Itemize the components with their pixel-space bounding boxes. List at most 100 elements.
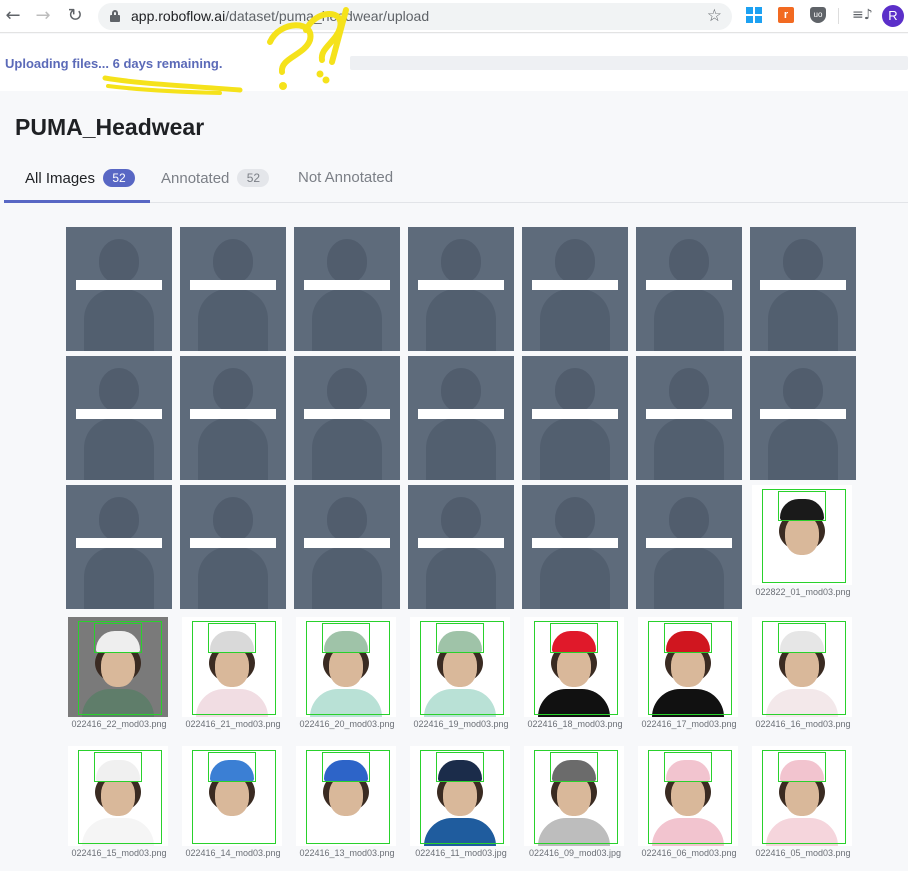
uploading-image-tile [522, 485, 628, 609]
uploading-thumbnail [180, 227, 286, 351]
image-tile[interactable]: 022416_20_mod03.png [294, 617, 400, 741]
image-tile[interactable]: 022416_19_mod03.png [408, 617, 514, 741]
bookmark-star-icon[interactable]: ☆ [707, 6, 722, 26]
uploading-thumbnail [408, 227, 514, 351]
tab-all-images[interactable]: All Images 52 [4, 160, 150, 203]
uploading-image-tile [750, 227, 856, 351]
upload-progress-indicator [190, 280, 276, 290]
image-thumbnail[interactable] [296, 746, 396, 846]
uploading-image-tile [294, 227, 400, 351]
uploading-thumbnail [408, 356, 514, 480]
upload-progress-indicator [304, 280, 390, 290]
tab-label: Annotated [161, 170, 230, 187]
lock-icon [110, 10, 120, 22]
bounding-box [762, 750, 846, 844]
image-filename: 022416_06_mod03.png [641, 848, 737, 858]
upload-progress-indicator [418, 409, 504, 419]
dataset-title: PUMA_Headwear [15, 114, 205, 140]
toolbar-divider [838, 8, 839, 24]
upload-progress-indicator [304, 409, 390, 419]
media-queue-icon[interactable]: ≡♪ [852, 7, 873, 23]
uploading-image-tile [294, 356, 400, 480]
image-thumbnail[interactable] [68, 617, 168, 717]
tab-not-annotated[interactable]: Not Annotated [298, 160, 393, 203]
image-tile[interactable]: 022822_01_mod03.png [750, 485, 856, 609]
image-filename: 022416_11_mod03.jpg [415, 848, 507, 858]
upload-progress-indicator [76, 538, 162, 548]
profile-avatar[interactable]: R [882, 5, 904, 27]
image-tile[interactable]: 022416_15_mod03.png [66, 746, 172, 870]
image-thumbnail[interactable] [752, 485, 852, 585]
image-filename: 022416_21_mod03.png [185, 719, 281, 729]
image-tile[interactable]: 022416_21_mod03.png [180, 617, 286, 741]
image-thumbnail[interactable] [68, 746, 168, 846]
uploading-image-tile [636, 227, 742, 351]
uploading-image-tile [180, 485, 286, 609]
upload-progress-indicator [760, 280, 846, 290]
tab-label: Not Annotated [298, 169, 394, 186]
uploading-thumbnail [66, 356, 172, 480]
image-filename: 022416_17_mod03.png [641, 719, 737, 729]
tab-count-badge: 52 [237, 169, 270, 187]
upload-progress-indicator [418, 538, 504, 548]
image-thumbnail[interactable] [638, 617, 738, 717]
image-filename: 022822_01_mod03.png [755, 587, 851, 597]
image-tile[interactable]: 022416_18_mod03.png [522, 617, 628, 741]
uploading-image-tile [180, 356, 286, 480]
image-thumbnail[interactable] [410, 746, 510, 846]
uploading-thumbnail [522, 227, 628, 351]
forward-arrow-icon[interactable]: → [32, 5, 54, 27]
tab-label: All Images [25, 170, 96, 187]
image-tile[interactable]: 022416_09_mod03.jpg [522, 746, 628, 870]
ublock-shield-icon[interactable]: uo [810, 7, 826, 23]
image-tile[interactable]: 022416_06_mod03.png [636, 746, 742, 870]
uploading-image-tile [66, 485, 172, 609]
tab-annotated[interactable]: Annotated 52 [161, 160, 270, 203]
uploading-image-tile [408, 227, 514, 351]
bounding-box [192, 621, 276, 715]
image-thumbnail[interactable] [182, 746, 282, 846]
upload-status-bar: Uploading files... 6 days remaining. [0, 34, 908, 91]
url-text[interactable]: app.roboflow.ai/dataset/puma_headwear/up… [131, 8, 429, 24]
reload-icon[interactable]: ↻ [64, 5, 86, 27]
upload-progress-bar [350, 56, 908, 70]
image-filter-tabs: All Images 52 Annotated 52 Not Annotated [4, 160, 908, 203]
uploading-thumbnail [522, 485, 628, 609]
bounding-box [420, 621, 504, 715]
uploading-image-tile [636, 356, 742, 480]
image-thumbnail[interactable] [296, 617, 396, 717]
bounding-box [78, 750, 162, 844]
image-tile[interactable]: 022416_16_mod03.png [750, 617, 856, 741]
address-bar[interactable]: app.roboflow.ai/dataset/puma_headwear/up… [98, 3, 732, 30]
image-tile[interactable]: 022416_05_mod03.png [750, 746, 856, 870]
image-tile[interactable]: 022416_22_mod03.png [66, 617, 172, 741]
orange-extension-icon[interactable]: r [778, 7, 794, 23]
windows-extension-icon[interactable] [746, 7, 762, 23]
uploading-thumbnail [750, 356, 856, 480]
browser-toolbar: ← → ↻ app.roboflow.ai/dataset/puma_headw… [0, 0, 908, 33]
image-thumbnail[interactable] [752, 617, 852, 717]
upload-progress-indicator [532, 409, 618, 419]
image-tile[interactable]: 022416_14_mod03.png [180, 746, 286, 870]
uploading-image-tile [66, 356, 172, 480]
uploading-image-tile [750, 356, 856, 480]
bounding-box [78, 621, 162, 715]
uploading-thumbnail [66, 227, 172, 351]
tab-count-badge: 52 [103, 169, 136, 187]
uploading-thumbnail [636, 485, 742, 609]
image-tile[interactable]: 022416_13_mod03.png [294, 746, 400, 870]
bounding-box [192, 750, 276, 844]
image-thumbnail[interactable] [638, 746, 738, 846]
image-thumbnail[interactable] [182, 617, 282, 717]
image-tile[interactable]: 022416_11_mod03.jpg [408, 746, 514, 870]
bounding-box [534, 621, 618, 715]
image-thumbnail[interactable] [524, 617, 624, 717]
upload-progress-indicator [418, 280, 504, 290]
uploading-image-tile [522, 227, 628, 351]
image-thumbnail[interactable] [410, 617, 510, 717]
back-arrow-icon[interactable]: ← [2, 5, 24, 27]
image-filename: 022416_16_mod03.png [755, 719, 851, 729]
image-tile[interactable]: 022416_17_mod03.png [636, 617, 742, 741]
image-thumbnail[interactable] [524, 746, 624, 846]
image-thumbnail[interactable] [752, 746, 852, 846]
